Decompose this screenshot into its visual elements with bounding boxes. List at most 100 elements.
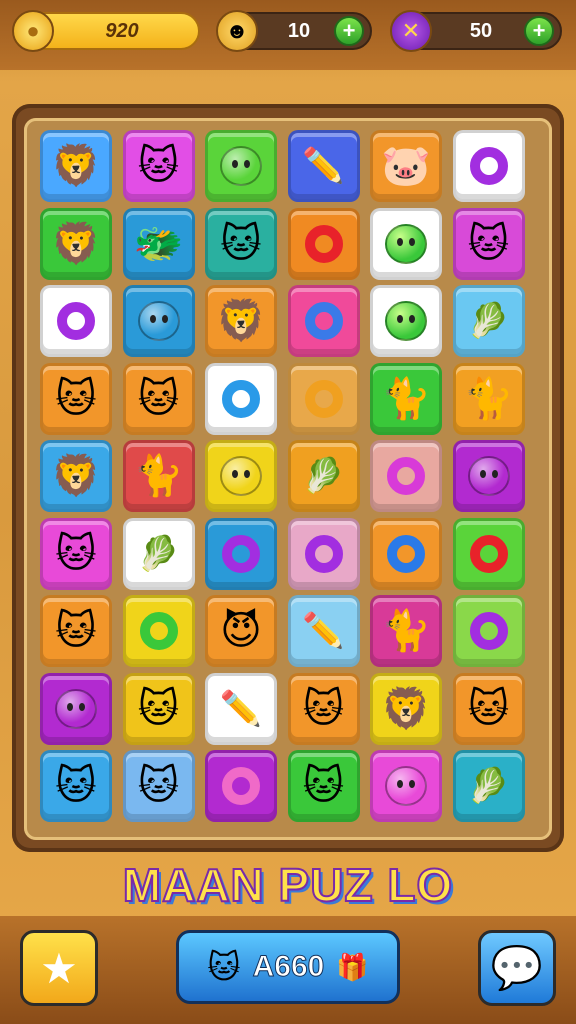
board-tile[interactable]: ✏️ <box>205 672 277 745</box>
blob-face-icon <box>220 456 262 496</box>
board-tile[interactable]: 🐱 <box>287 750 360 822</box>
board-tile[interactable]: 🐈 <box>122 440 195 512</box>
board-tile[interactable]: 🥬 <box>122 517 195 590</box>
coin-counter[interactable]: ● 920 <box>12 10 200 52</box>
board-tile[interactable]: 🐱 <box>122 750 195 822</box>
cat-face-icon: 🦁 <box>51 221 101 266</box>
blob-face-icon <box>467 456 510 496</box>
board-tile[interactable] <box>287 362 360 435</box>
board-tile[interactable]: ✏️ <box>287 130 360 202</box>
cat-face-icon: 🦁 <box>216 299 266 343</box>
puzzle-grid: 🦁 🐱 ✏️ 🐷 🦁 🐲 🐱 🐱 🦁 🥬 🐱 🐱 🐈 🐈 🦁 🐈 🥬 🐱 🥬 🐱 😈 ✏️ 🐈 🐱 ✏️ 🐱 🦁 🐱 🐱 🐱 🐱 🥬 <box>40 130 536 830</box>
cat-face-icon: 🐱 <box>137 764 180 808</box>
board-tile[interactable]: 🐱 <box>122 130 195 202</box>
ring-icon <box>304 224 343 263</box>
board-tile[interactable]: 🐷 <box>370 130 442 202</box>
cat-face-icon: 🐱 <box>55 609 97 653</box>
board-tile[interactable]: 🦁 <box>40 440 112 512</box>
board-tile[interactable] <box>452 517 525 590</box>
board-tile[interactable]: 🐱 <box>452 207 525 280</box>
cat-face-icon: 🐲 <box>133 221 184 266</box>
cat-face-icon: 🐈 <box>133 454 184 498</box>
ring-icon <box>304 302 343 340</box>
board-tile[interactable]: 🦁 <box>370 672 442 745</box>
play-button[interactable]: 🐱 A660 🎁 <box>176 930 400 1004</box>
board-tile[interactable] <box>40 672 112 745</box>
board-tile[interactable]: 🥬 <box>287 440 360 512</box>
tool-value: 50 <box>469 20 493 42</box>
ring-icon <box>222 534 260 573</box>
board-tile[interactable]: 🥬 <box>452 285 525 357</box>
ring-icon <box>222 379 260 418</box>
board-tile[interactable]: 🐱 <box>40 595 112 667</box>
board-tile[interactable] <box>122 595 195 667</box>
pencil-icon: 🥬 <box>137 534 180 573</box>
cat-face-icon: 🐱 <box>137 144 180 188</box>
chat-button[interactable]: 💬 <box>478 930 556 1006</box>
gift-pack-icon: 🎁 <box>336 951 369 982</box>
board-tile[interactable]: 🐱 <box>287 672 360 745</box>
board-tile[interactable] <box>370 440 442 512</box>
tool-counter: ✕ 50 + <box>390 10 562 52</box>
board-tile[interactable]: 🐱 <box>40 517 112 590</box>
cat-face-icon: 🦁 <box>51 454 101 498</box>
cat-face-icon: 🦁 <box>381 686 431 731</box>
board-tile[interactable] <box>40 285 112 357</box>
cat-face-icon: 🐱 <box>55 376 97 421</box>
board-tile[interactable] <box>452 595 525 667</box>
ring-icon <box>139 612 178 650</box>
token-value: 10 <box>287 20 311 42</box>
board-tile[interactable] <box>370 207 442 280</box>
blob-face-icon <box>385 223 427 264</box>
cat-face-icon: 🐱 <box>467 686 510 731</box>
board-tile[interactable] <box>370 285 442 357</box>
pencil-icon: 🥬 <box>467 302 510 340</box>
board-tile[interactable]: 🐱 <box>40 362 112 435</box>
wrench-pencil-icon: ✕ <box>390 10 432 52</box>
cat-face-icon: 🐈 <box>381 609 431 653</box>
board-tile[interactable]: 🐈 <box>370 595 442 667</box>
board-tile[interactable]: 🦁 <box>40 130 112 202</box>
board-tile[interactable]: 🐈 <box>452 362 525 435</box>
blob-face-icon <box>137 301 180 341</box>
board-tile[interactable] <box>370 517 442 590</box>
coin-icon: ● <box>12 10 54 52</box>
board-tile[interactable]: 🦁 <box>205 285 277 357</box>
board-tile[interactable]: 🥬 <box>452 750 525 822</box>
ring-icon <box>304 534 343 573</box>
board-tile[interactable]: 🐲 <box>122 207 195 280</box>
board-tile[interactable]: ✏️ <box>287 595 360 667</box>
ring-icon <box>387 457 425 495</box>
favorites-button[interactable]: ★ <box>20 930 98 1006</box>
board-tile[interactable]: 😈 <box>205 595 277 667</box>
board-tile[interactable] <box>287 517 360 590</box>
board-tile[interactable]: 🦁 <box>40 207 112 280</box>
add-tokens-button[interactable]: + <box>334 16 364 46</box>
cat-face-icon: 🐱 <box>220 221 262 266</box>
board-tile[interactable]: 🐱 <box>452 672 525 745</box>
cat-face-icon: 🐷 <box>381 144 431 188</box>
board-tile[interactable] <box>287 207 360 280</box>
board-tile[interactable] <box>370 750 442 822</box>
board-tile[interactable] <box>205 517 277 590</box>
cat-face-icon: 🐱 <box>302 764 345 808</box>
board-tile[interactable]: 🐈 <box>370 362 442 435</box>
add-tools-button[interactable]: + <box>524 16 554 46</box>
board-tile[interactable] <box>205 750 277 822</box>
board-tile[interactable] <box>122 285 195 357</box>
board-tile[interactable] <box>205 362 277 435</box>
board-tile[interactable]: 🐱 <box>122 672 195 745</box>
board-tile[interactable]: 🐱 <box>205 207 277 280</box>
board-tile[interactable]: 🐱 <box>40 750 112 822</box>
board-tile[interactable] <box>287 285 360 357</box>
pencil-icon: 🥬 <box>302 457 345 495</box>
board-tile[interactable] <box>452 440 525 512</box>
board-tile[interactable] <box>205 440 277 512</box>
play-button-label: A660 <box>252 950 325 984</box>
cat-face-icon: 🐈 <box>381 376 431 421</box>
board-tile[interactable] <box>452 130 525 202</box>
ring-icon <box>469 147 508 185</box>
coin-value: 920 <box>105 20 139 42</box>
board-tile[interactable]: 🐱 <box>122 362 195 435</box>
board-tile[interactable] <box>205 130 277 202</box>
